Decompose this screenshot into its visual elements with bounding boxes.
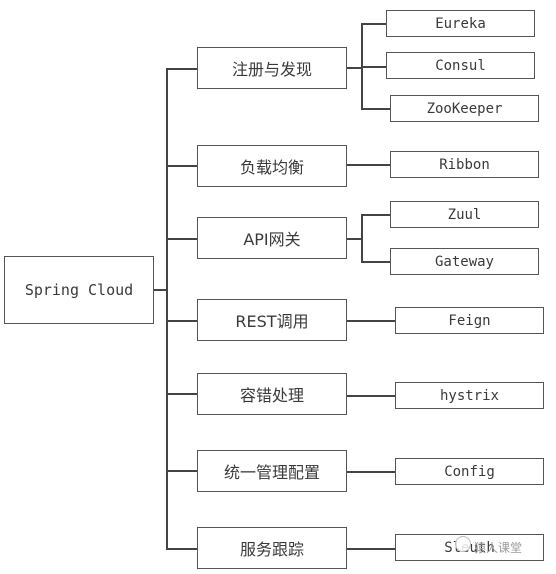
leaf-label: Gateway	[434, 253, 494, 270]
leaf-label: hystrix	[439, 387, 499, 404]
leaf-label: Feign	[448, 312, 491, 329]
connector	[346, 320, 395, 322]
category-tracing: 服务跟踪	[197, 527, 347, 569]
connector	[346, 238, 362, 240]
connector	[166, 548, 197, 550]
category-label: 负载均衡	[239, 158, 304, 177]
leaf-label: Eureka	[435, 15, 486, 32]
leaf-gateway: Gateway	[390, 248, 539, 275]
connector	[153, 289, 167, 291]
watermark-text: 猿人课堂	[474, 541, 523, 555]
leaf-zuul: Zuul	[390, 201, 539, 228]
category-load-balancing: 负载均衡	[197, 145, 347, 187]
connector	[346, 67, 362, 69]
connector	[166, 165, 197, 167]
trunk-line	[166, 68, 168, 548]
branch-line	[361, 214, 363, 262]
leaf-ribbon: Ribbon	[390, 151, 539, 178]
connector	[361, 23, 387, 25]
connector	[166, 68, 197, 70]
connector	[346, 471, 395, 473]
connector	[346, 164, 390, 166]
leaf-label: Ribbon	[439, 156, 490, 173]
leaf-hystrix: hystrix	[395, 382, 544, 409]
leaf-label: Config	[444, 463, 495, 480]
leaf-label: ZooKeeper	[426, 100, 503, 117]
category-fault-tolerance: 容错处理	[197, 373, 347, 415]
connector	[166, 238, 197, 240]
root-label: Spring Cloud	[24, 281, 134, 299]
leaf-eureka: Eureka	[386, 10, 535, 37]
category-label: API网关	[243, 230, 301, 249]
category-label: 容错处理	[239, 386, 304, 405]
connector	[166, 470, 197, 472]
category-api-gateway: API网关	[197, 217, 347, 259]
connector	[166, 320, 197, 322]
category-rest-call: REST调用	[197, 299, 347, 341]
leaf-feign: Feign	[395, 307, 544, 334]
category-label: 注册与发现	[231, 60, 312, 79]
leaf-zookeeper: ZooKeeper	[390, 95, 539, 122]
connector	[361, 261, 390, 263]
leaf-config: Config	[395, 458, 544, 485]
connector	[361, 66, 387, 68]
category-label: REST调用	[235, 312, 309, 331]
category-registry: 注册与发现	[197, 47, 347, 89]
leaf-consul: Consul	[386, 52, 535, 79]
connector	[166, 393, 197, 395]
leaf-label: Zuul	[447, 206, 482, 223]
root-node: Spring Cloud	[4, 256, 154, 324]
category-label: 统一管理配置	[223, 463, 320, 482]
connector	[361, 108, 391, 110]
connector	[361, 214, 390, 216]
watermark-logo-icon	[455, 536, 471, 552]
leaf-label: Consul	[435, 57, 486, 74]
category-label: 服务跟踪	[239, 540, 304, 559]
category-config-management: 统一管理配置	[197, 450, 347, 492]
connector	[346, 395, 395, 397]
connector	[346, 548, 395, 550]
